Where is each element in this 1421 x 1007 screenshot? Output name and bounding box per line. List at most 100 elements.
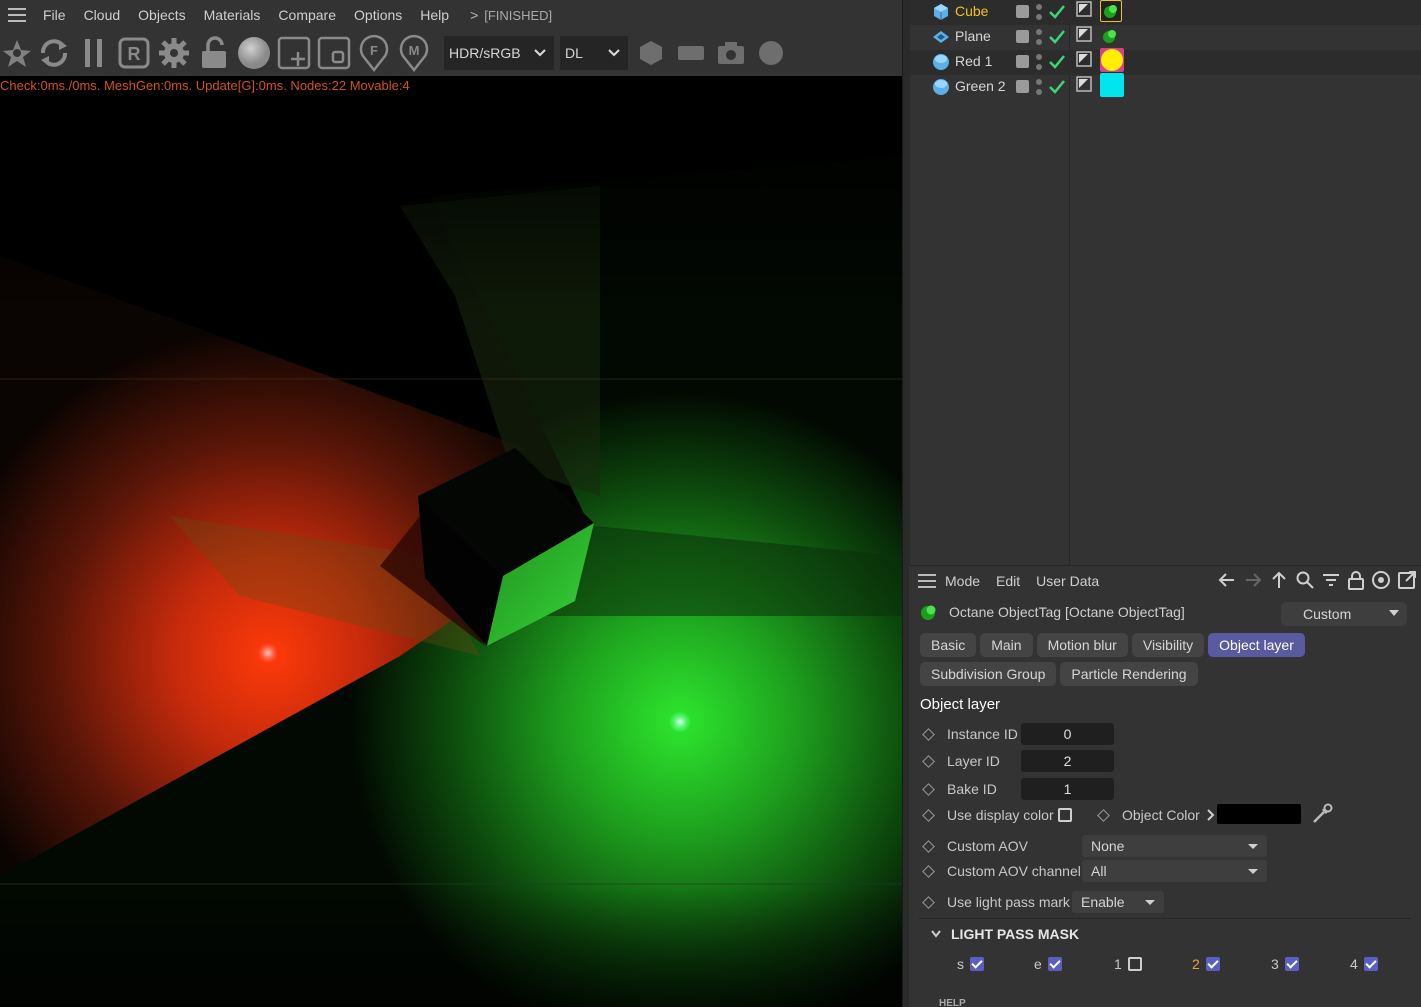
light-pass-3[interactable]: 3 xyxy=(1271,956,1299,972)
settings-gear-icon[interactable] xyxy=(156,35,192,71)
arrow-up-icon[interactable] xyxy=(1269,570,1289,590)
add-region-icon[interactable] xyxy=(276,35,312,71)
phong-tag-icon[interactable] xyxy=(1076,1,1092,17)
menu-user-data[interactable]: User Data xyxy=(1036,573,1099,589)
keyframe-diamond-icon[interactable] xyxy=(922,808,935,822)
render-canvas[interactable] xyxy=(0,96,903,1007)
tab-object-layer[interactable]: Object layer xyxy=(1208,633,1305,657)
light-pass-checkbox[interactable] xyxy=(1363,957,1378,971)
light-pass-checkbox[interactable] xyxy=(1284,957,1299,971)
octane-tag-icon[interactable] xyxy=(1100,26,1122,48)
color-mode-select[interactable]: HDR/sRGB xyxy=(444,36,554,70)
keyframe-diamond-icon[interactable] xyxy=(922,895,935,909)
new-window-icon[interactable] xyxy=(1397,570,1417,590)
octane-tag-icon[interactable] xyxy=(1100,0,1122,22)
material-pick-icon[interactable]: M xyxy=(396,34,432,72)
enabled-check-icon[interactable] xyxy=(1048,28,1066,46)
arrow-left-icon[interactable] xyxy=(1217,570,1237,590)
octane-light-tag-icon[interactable] xyxy=(1100,48,1124,72)
render-dots-icon[interactable] xyxy=(1035,52,1043,72)
menu-file[interactable]: File xyxy=(34,0,75,30)
menu-edit[interactable]: Edit xyxy=(996,573,1020,589)
restart-render-icon[interactable]: R xyxy=(116,35,152,71)
editor-visibility-icon[interactable] xyxy=(1016,5,1029,18)
custom-aov-select[interactable]: None xyxy=(1082,835,1267,857)
light-pass-checkbox[interactable] xyxy=(1127,957,1142,971)
object-name[interactable]: Plane xyxy=(955,28,991,44)
object-row-red-1[interactable]: Red 1 xyxy=(910,48,1421,75)
enabled-check-icon[interactable] xyxy=(1048,53,1066,71)
preset-select[interactable]: Custom xyxy=(1281,602,1407,626)
object-row-plane[interactable]: Plane xyxy=(910,25,1421,50)
tab-main[interactable]: Main xyxy=(980,633,1033,657)
instance-id-field[interactable]: 0 xyxy=(1021,723,1114,745)
keyframe-diamond-icon[interactable] xyxy=(922,864,935,878)
render-dots-icon[interactable] xyxy=(1035,27,1043,47)
keyframe-diamond-icon[interactable] xyxy=(922,782,935,796)
light-pass-mark-select[interactable]: Enable xyxy=(1072,891,1164,913)
lock-icon[interactable] xyxy=(1347,570,1365,590)
tab-particle-rendering[interactable]: Particle Rendering xyxy=(1060,662,1198,686)
light-pass-checkbox[interactable] xyxy=(1047,957,1062,971)
menu-objects[interactable]: Objects xyxy=(129,0,194,30)
tab-motion-blur[interactable]: Motion blur xyxy=(1036,633,1128,657)
octane-light-tag-icon[interactable] xyxy=(1100,73,1124,97)
octane-logo-icon[interactable] xyxy=(2,35,32,71)
layer-id-field[interactable]: 2 xyxy=(1021,750,1114,772)
hexagon-icon[interactable] xyxy=(633,35,669,71)
phong-tag-icon[interactable] xyxy=(1076,76,1092,92)
menu-help[interactable]: Help xyxy=(411,0,458,30)
object-name[interactable]: Green 2 xyxy=(955,78,1006,94)
target-icon[interactable] xyxy=(1371,570,1391,590)
tab-visibility[interactable]: Visibility xyxy=(1131,633,1205,657)
hamburger-menu-icon[interactable] xyxy=(0,0,34,30)
object-name[interactable]: Red 1 xyxy=(955,53,992,69)
menu-cloud[interactable]: Cloud xyxy=(75,0,130,30)
refresh-icon[interactable] xyxy=(36,35,72,71)
keyframe-diamond-icon[interactable] xyxy=(1097,808,1110,822)
kernel-select[interactable]: DL xyxy=(560,36,628,70)
light-pass-1[interactable]: 1 xyxy=(1114,956,1142,972)
render-dots-icon[interactable] xyxy=(1035,2,1043,22)
object-row-cube[interactable]: Cube xyxy=(910,0,1421,25)
render-dots-icon[interactable] xyxy=(1035,77,1043,97)
light-pass-checkbox[interactable] xyxy=(970,957,984,971)
light-pass-2[interactable]: 2 xyxy=(1192,956,1220,972)
pause-icon[interactable] xyxy=(76,35,112,71)
menu-mode[interactable]: Mode xyxy=(945,573,980,589)
editor-visibility-icon[interactable] xyxy=(1016,80,1029,93)
menu-materials[interactable]: Materials xyxy=(195,0,270,30)
light-pass-e[interactable]: e xyxy=(1034,956,1062,972)
object-color-swatch[interactable] xyxy=(1217,804,1301,824)
keyframe-diamond-icon[interactable] xyxy=(922,754,935,768)
rectangle-icon[interactable] xyxy=(673,35,709,71)
phong-tag-icon[interactable] xyxy=(1076,26,1092,42)
camera-icon[interactable] xyxy=(713,35,749,71)
tab-basic[interactable]: Basic xyxy=(920,633,977,657)
hamburger-menu-icon[interactable] xyxy=(909,566,945,596)
help-section-header[interactable]: HELP xyxy=(939,998,966,1007)
use-display-color-checkbox[interactable] xyxy=(1058,808,1072,822)
light-pass-4[interactable]: 4 xyxy=(1350,956,1378,972)
filter-icon[interactable] xyxy=(1321,570,1341,590)
editor-visibility-icon[interactable] xyxy=(1016,30,1029,43)
eyedropper-icon[interactable] xyxy=(1311,803,1333,825)
circle-icon[interactable] xyxy=(753,35,789,71)
custom-aov-channel-select[interactable]: All xyxy=(1082,860,1267,882)
light-pass-s[interactable]: s xyxy=(957,956,984,972)
sphere-preview-icon[interactable] xyxy=(236,35,272,71)
object-row-green-2[interactable]: Green 2 xyxy=(910,73,1421,100)
enabled-check-icon[interactable] xyxy=(1048,3,1066,21)
menu-options[interactable]: Options xyxy=(345,0,411,30)
phong-tag-icon[interactable] xyxy=(1076,51,1092,67)
object-name[interactable]: Cube xyxy=(955,3,988,19)
editor-visibility-icon[interactable] xyxy=(1016,55,1029,68)
keyframe-diamond-icon[interactable] xyxy=(922,839,935,853)
menu-compare[interactable]: Compare xyxy=(269,0,345,30)
keyframe-diamond-icon[interactable] xyxy=(922,727,935,741)
enabled-check-icon[interactable] xyxy=(1048,78,1066,96)
bake-id-field[interactable]: 1 xyxy=(1021,778,1114,800)
light-pass-mask-header[interactable]: LIGHT PASS MASK xyxy=(919,918,1411,948)
lock-icon[interactable] xyxy=(196,35,232,71)
tab-subdivision-group[interactable]: Subdivision Group xyxy=(920,662,1057,686)
